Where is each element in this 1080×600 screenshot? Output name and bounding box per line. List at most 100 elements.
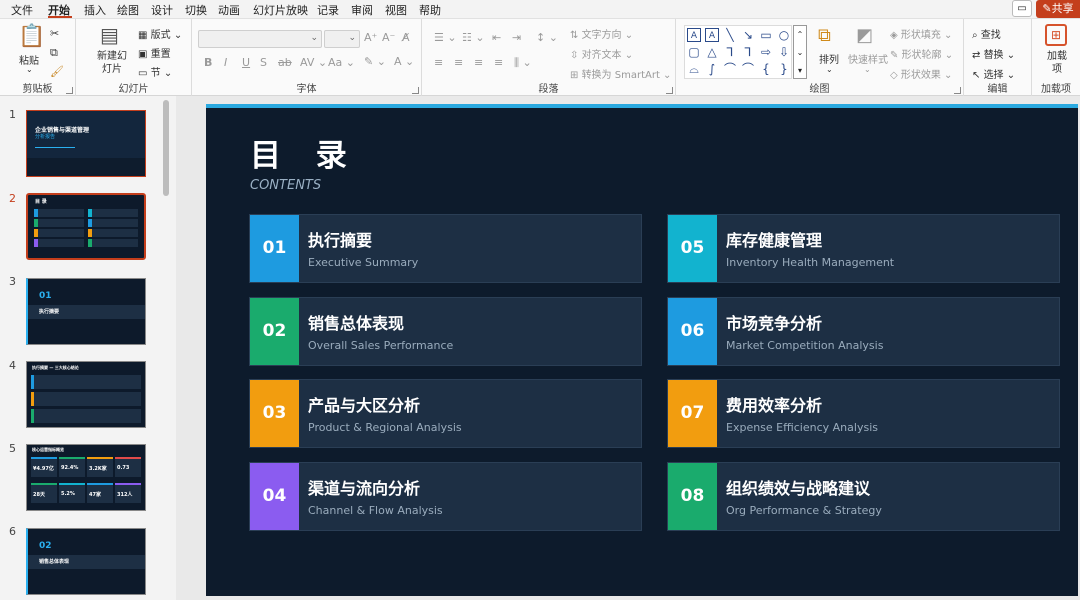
current-slide[interactable]: 目 录 CONTENTS 01 执行摘要 Executive Summary 0… [206, 104, 1078, 596]
cut-icon[interactable]: ✂ [50, 27, 59, 40]
shape-outline-button[interactable]: ✎ 形状轮廓 ⌄ [890, 46, 953, 61]
down-arrow-shape-icon[interactable]: ⇩ [777, 45, 791, 59]
arrange-chevron-icon[interactable]: ⌄ [826, 65, 833, 74]
slide-thumbnail-5[interactable]: 核心运营指标概览 ¥4.97亿 92.4% 3.2K家 0.73 28天 5.2… [26, 444, 146, 511]
smartart-button[interactable]: ⊞ 转换为 SmartArt ⌄ [570, 66, 671, 81]
font-launcher-icon[interactable] [412, 87, 419, 94]
paste-chevron-icon[interactable]: ⌄ [26, 65, 33, 74]
columns-icon[interactable]: ⫼ ⌄ [514, 56, 532, 70]
thumbnail-scrollbar[interactable] [163, 100, 169, 196]
find-button[interactable]: ⌕ 查找 [972, 26, 1001, 41]
comment-icon[interactable]: ▭ [1012, 0, 1032, 17]
layout-button[interactable]: ▦ 版式 ⌄ [138, 26, 182, 41]
justify-icon[interactable]: ≡ [494, 56, 503, 69]
slide-thumbnail-2[interactable]: 目 录 [26, 193, 146, 260]
new-slide-button[interactable]: 新建幻灯片 [94, 50, 130, 76]
slide-title[interactable]: 目 录 [250, 130, 359, 175]
oval-shape-icon[interactable]: ○ [777, 28, 791, 42]
reset-button[interactable]: ▣ 重置 [138, 45, 171, 60]
toc-item[interactable]: 01 执行摘要 Executive Summary [249, 214, 642, 283]
bullets-icon[interactable]: ☰ ⌄ [434, 31, 457, 44]
shadow-icon[interactable]: S [260, 56, 267, 69]
paste-icon[interactable]: 📋 [18, 24, 45, 49]
underline-icon[interactable]: U [242, 56, 250, 69]
rectangle-shape-icon[interactable]: ▭ [759, 28, 773, 42]
text-direction-button[interactable]: ⇅ 文字方向 ⌄ [570, 26, 633, 41]
quick-styles-button[interactable]: 快速样式 [848, 51, 888, 66]
highlight-icon[interactable]: ✎ ⌄ [364, 55, 386, 68]
shape-effects-button[interactable]: ◇ 形状效果 ⌄ [890, 66, 952, 81]
align-center-icon[interactable]: ≡ [454, 56, 463, 69]
format-painter-icon[interactable]: 🖌 [50, 65, 64, 78]
toc-item[interactable]: 02 销售总体表现 Overall Sales Performance [249, 297, 642, 366]
quick-styles-icon[interactable]: ◩ [856, 25, 873, 46]
toc-item[interactable]: 06 市场竞争分析 Market Competition Analysis [667, 297, 1060, 366]
font-name-combo[interactable]: ⌄ [198, 30, 322, 48]
right-brace-shape-icon[interactable]: } [777, 62, 791, 76]
menu-file[interactable]: 文件 [11, 2, 33, 18]
scribble-shape-icon[interactable]: ∫ [705, 62, 719, 76]
freeform-shape-icon[interactable]: ⌓ [687, 62, 701, 76]
menu-transitions[interactable]: 切换 [185, 2, 207, 18]
drawing-launcher-icon[interactable] [954, 87, 961, 94]
left-brace-shape-icon[interactable]: { [759, 62, 773, 76]
rounded-rect-shape-icon[interactable]: ▢ [687, 45, 701, 59]
increase-indent-icon[interactable]: ⇥ [512, 31, 521, 44]
slide-subtitle[interactable]: CONTENTS [250, 178, 321, 193]
addins-button[interactable]: 加载项 [1044, 50, 1070, 76]
triangle-shape-icon[interactable]: △ [705, 45, 719, 59]
paragraph-launcher-icon[interactable] [666, 87, 673, 94]
font-color-icon[interactable]: A ⌄ [394, 55, 414, 68]
bold-icon[interactable]: B [204, 56, 212, 69]
arrange-button[interactable]: 排列 [819, 51, 839, 66]
menu-help[interactable]: 帮助 [419, 2, 441, 18]
replace-button[interactable]: ⇄ 替换 ⌄ [972, 46, 1015, 61]
grow-font-icon[interactable]: A⁺ [364, 31, 377, 44]
line-shape-icon[interactable]: ╲ [723, 28, 737, 42]
slide-thumbnail-6[interactable]: 02 销售总体表现 [26, 528, 146, 595]
menu-record[interactable]: 记录 [317, 2, 339, 18]
menu-animations[interactable]: 动画 [218, 2, 240, 18]
slide-thumbnail-1[interactable]: 企业销售与渠道管理 分析报告 [26, 110, 146, 177]
toc-item[interactable]: 07 费用效率分析 Expense Efficiency Analysis [667, 379, 1060, 448]
addins-icon[interactable]: ⊞ [1045, 24, 1067, 46]
slide-thumbnail-3[interactable]: 01 执行摘要 [26, 278, 146, 345]
toc-item[interactable]: 04 渠道与流向分析 Channel & Flow Analysis [249, 462, 642, 531]
menu-design[interactable]: 设计 [151, 2, 173, 18]
menu-review[interactable]: 审阅 [351, 2, 373, 18]
arrange-icon[interactable]: ⧉ [818, 25, 831, 46]
menu-slideshow[interactable]: 幻灯片放映 [253, 2, 308, 18]
menu-draw[interactable]: 绘图 [117, 2, 139, 18]
toc-item[interactable]: 03 产品与大区分析 Product & Regional Analysis [249, 379, 642, 448]
section-button[interactable]: ▭ 节 ⌄ [138, 64, 172, 79]
font-size-combo[interactable]: ⌄ [324, 30, 360, 48]
shape-gallery-scroll[interactable]: ⌃ ⌄ ▾ [793, 25, 807, 79]
vertical-textbox-shape-icon[interactable]: A [705, 28, 719, 42]
quick-styles-chevron-icon[interactable]: ⌄ [864, 65, 871, 74]
align-left-icon[interactable]: ≡ [434, 56, 443, 69]
clipboard-launcher-icon[interactable] [66, 87, 73, 94]
copy-icon[interactable]: ⧉ [50, 46, 58, 60]
line-spacing-icon[interactable]: ↕ ⌄ [536, 31, 558, 44]
toc-item[interactable]: 08 组织绩效与战略建议 Org Performance & Strategy [667, 462, 1060, 531]
textbox-shape-icon[interactable]: A [687, 28, 701, 42]
shape-fill-button[interactable]: ◈ 形状填充 ⌄ [890, 26, 952, 41]
elbow-arrow-shape-icon[interactable]: ⅂ [741, 45, 755, 59]
toc-item[interactable]: 05 库存健康管理 Inventory Health Management [667, 214, 1060, 283]
elbow-connector-shape-icon[interactable]: ⅂ [723, 45, 737, 59]
align-text-button[interactable]: ⇳ 对齐文本 ⌄ [570, 46, 633, 61]
menu-view[interactable]: 视图 [385, 2, 407, 18]
arc-shape-icon[interactable]: ⌒ [723, 62, 737, 76]
change-case-icon[interactable]: Aa ⌄ [328, 56, 355, 69]
strikethrough-icon[interactable]: ab [278, 56, 292, 69]
align-right-icon[interactable]: ≡ [474, 56, 483, 69]
share-button[interactable]: ✎共享 [1036, 0, 1080, 18]
italic-icon[interactable]: I [224, 56, 227, 69]
decrease-indent-icon[interactable]: ⇤ [492, 31, 501, 44]
curve-shape-icon[interactable]: ⌒ [741, 62, 755, 76]
char-spacing-icon[interactable]: AV ⌄ [300, 56, 327, 69]
clear-format-icon[interactable]: A̸ [402, 31, 410, 44]
slide-thumbnail-4[interactable]: 执行摘要 — 三大核心结论 [26, 361, 146, 428]
shrink-font-icon[interactable]: A⁻ [382, 31, 395, 44]
menu-insert[interactable]: 插入 [84, 2, 106, 18]
